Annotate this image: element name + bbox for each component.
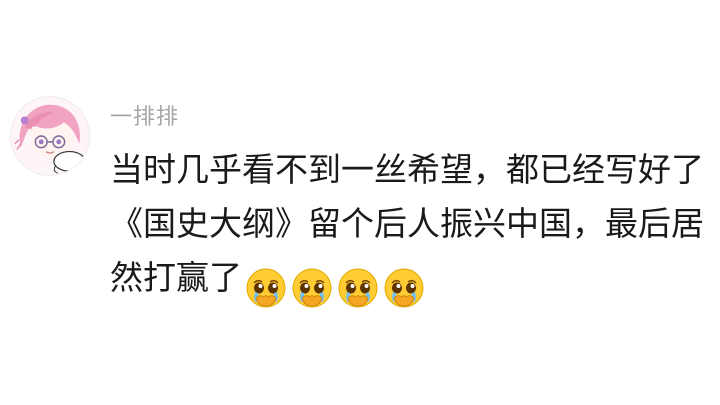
comment-text-line: 《国史大纲》留个后人振兴中国，最后居 [110, 204, 704, 243]
username[interactable]: 一排排 [110, 103, 179, 133]
pleading-crying-face-icon [244, 266, 288, 310]
pleading-crying-face-icon [290, 266, 334, 310]
comment-text-line-content: 然打赢了 [110, 258, 242, 297]
comment-text-line-last: 然打赢了 [110, 251, 710, 313]
comment-text: 当时几乎看不到一丝希望，都已经写好了 《国史大纲》留个后人振兴中国，最后居 然打… [110, 143, 710, 313]
pleading-crying-face-icon [382, 266, 426, 310]
comment-item: 一排排 当时几乎看不到一丝希望，都已经写好了 《国史大纲》留个后人振兴中国，最后… [0, 0, 720, 405]
pleading-crying-face-icon [336, 266, 380, 310]
avatar[interactable] [10, 96, 90, 176]
emoji-row [244, 259, 428, 313]
comment-text-line: 当时几乎看不到一丝希望，都已经写好了 [110, 150, 704, 189]
avatar-anime-girl-icon [11, 97, 89, 175]
